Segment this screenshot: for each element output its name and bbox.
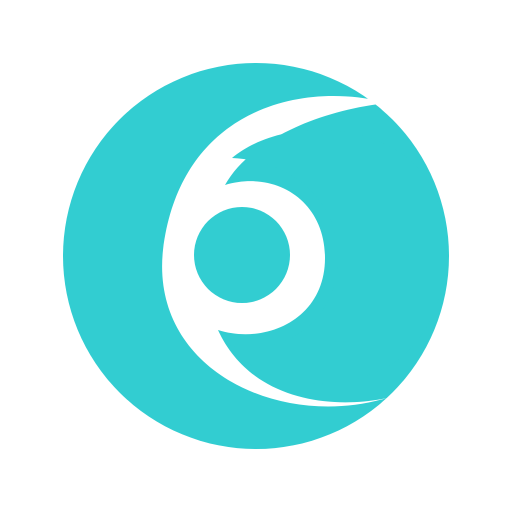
- app-logo: [0, 0, 512, 512]
- app-logo-icon: [63, 63, 449, 449]
- logo-inner-dot: [194, 207, 290, 303]
